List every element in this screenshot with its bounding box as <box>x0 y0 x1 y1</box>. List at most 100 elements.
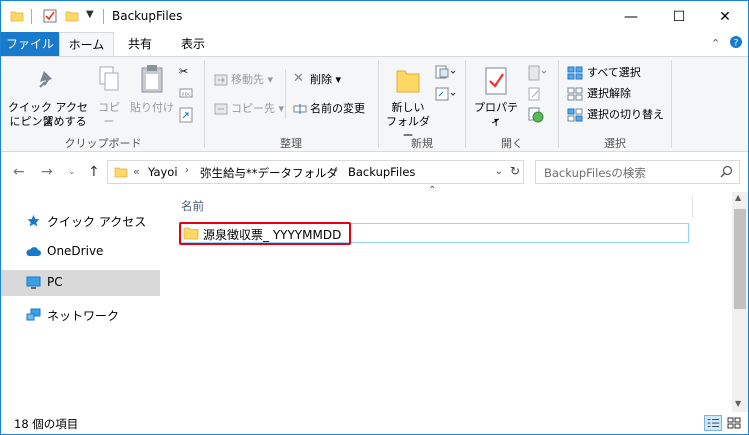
properties-icon <box>485 67 507 95</box>
nav-item-quick-access[interactable]: クイック アクセス <box>1 208 160 234</box>
nav-label: OneDrive <box>47 244 104 258</box>
organize-group-label: 整理 <box>280 137 302 150</box>
move-to-icon <box>214 74 228 86</box>
nav-item-network[interactable]: ネットワーク <box>1 302 160 328</box>
new-item-icon[interactable] <box>435 65 457 79</box>
nav-item-onedrive[interactable]: OneDrive <box>1 239 160 265</box>
invert-selection-label: 選択の切り替え <box>587 108 664 121</box>
select-none-label: 選択解除 <box>587 87 631 100</box>
title-separator <box>103 9 104 24</box>
nav-item-pc[interactable]: PC <box>1 270 160 296</box>
breadcrumb-overflow[interactable]: « <box>133 165 140 178</box>
tab-view[interactable]: 表示 <box>171 32 215 56</box>
folder-icon <box>114 167 128 178</box>
refresh-icon[interactable]: ↻ <box>510 164 520 178</box>
minimize-button[interactable]: — <box>608 1 654 32</box>
tab-home[interactable]: ホーム <box>59 32 114 56</box>
rename-label: 名前の変更 <box>310 102 365 115</box>
tab-file[interactable]: ファイル <box>1 32 59 56</box>
column-header-name[interactable] <box>179 196 693 218</box>
window-title: BackupFiles <box>112 9 183 23</box>
copy-to-label: コピー先 ▾ <box>231 102 285 115</box>
copy-icon <box>99 66 119 91</box>
ribbon-home: クイック アクセス にピン留めする コピー 貼り付け ✂ abc クリップボード <box>1 56 748 152</box>
select-all-icon <box>567 66 583 80</box>
scroll-up-icon[interactable]: ▲ <box>735 193 741 202</box>
address-bar[interactable]: « Yayoi › 弥生給与**データフォルダ › BackupFiles ⌄ … <box>107 160 524 184</box>
up-button[interactable]: ↑ <box>88 164 100 180</box>
forward-button[interactable]: → <box>41 164 53 180</box>
copy-label: コピー <box>98 101 120 128</box>
folder-icon <box>10 11 24 22</box>
edit-icon[interactable] <box>528 87 542 101</box>
item-count: 18 個の項目 <box>14 417 79 431</box>
pin-icon <box>39 71 52 88</box>
breadcrumb-separator[interactable]: › <box>334 165 338 176</box>
title-bar: ▼ BackupFiles — ☐ ✕ <box>1 1 748 32</box>
status-bar: 18 個の項目 <box>1 412 748 434</box>
scrollbar-thumb[interactable] <box>734 209 746 309</box>
navigation-pane: クイック アクセス OneDrive PC ネットワーク <box>1 192 161 412</box>
group-separator <box>671 60 672 148</box>
move-to-label: 移動先 ▾ <box>231 73 274 86</box>
monitor-icon <box>26 276 41 289</box>
cut-icon[interactable]: ✂ <box>179 65 188 79</box>
back-button[interactable]: ← <box>13 164 25 180</box>
network-icon <box>26 308 41 321</box>
open-icon[interactable] <box>528 65 548 81</box>
new-group-label: 新規 <box>411 137 433 150</box>
cloud-icon <box>26 247 41 256</box>
scroll-down-icon[interactable]: ▼ <box>735 399 741 408</box>
rename-icon <box>293 104 307 114</box>
ribbon-tabs: ファイル ホーム 共有 表示 ⌃ ? <box>1 32 748 56</box>
properties-quick-icon[interactable] <box>42 8 58 24</box>
search-box[interactable]: BackupFilesの検索 <box>535 160 740 184</box>
nav-label: クイック アクセス <box>47 215 147 229</box>
tab-share[interactable]: 共有 <box>118 32 162 56</box>
nav-label: PC <box>47 275 63 289</box>
pin-label-line2: にピン留めする <box>9 115 87 128</box>
paste-shortcut-icon[interactable] <box>179 107 193 123</box>
new-folder-quick-icon[interactable] <box>65 9 79 23</box>
large-icons-view-icon[interactable] <box>725 415 743 431</box>
maximize-button[interactable]: ☐ <box>656 1 702 32</box>
breadcrumb-separator[interactable]: › <box>185 165 189 176</box>
svg-text:abc: abc <box>182 92 191 98</box>
breadcrumb-item[interactable]: 弥生給与**データフォルダ <box>200 165 338 181</box>
organize-inner-separator <box>285 69 286 119</box>
breadcrumb-item[interactable]: Yayoi <box>148 165 178 179</box>
properties-dropdown-icon: ▾ <box>493 116 498 125</box>
easy-access-icon[interactable] <box>435 87 457 101</box>
highlight-annotation <box>179 222 351 245</box>
copy-path-icon[interactable]: abc <box>179 87 193 99</box>
search-icon <box>720 165 733 178</box>
details-view-icon[interactable] <box>704 415 722 431</box>
column-header-label: 名前 <box>181 199 204 213</box>
open-group-label: 開く <box>501 137 523 150</box>
help-icon[interactable]: ? <box>729 35 743 52</box>
close-button[interactable]: ✕ <box>702 1 748 32</box>
paste-icon <box>141 65 163 93</box>
paste-label: 貼り付け <box>130 101 174 114</box>
customize-quick-access-icon[interactable]: ▼ <box>86 9 94 20</box>
search-placeholder: BackupFilesの検索 <box>544 166 646 180</box>
nav-label: ネットワーク <box>47 309 120 323</box>
history-icon[interactable] <box>528 107 544 123</box>
svg-text:?: ? <box>734 39 739 49</box>
select-none-icon <box>567 87 583 101</box>
quick-access-separator <box>31 9 32 24</box>
delete-label: 削除 ▾ <box>310 73 342 86</box>
select-all-label: すべて選択 <box>587 66 641 79</box>
copy-to-icon <box>214 103 228 115</box>
collapse-ribbon-icon[interactable]: ⌃ <box>711 37 720 50</box>
star-icon <box>27 215 40 227</box>
breadcrumb-item[interactable]: BackupFiles <box>348 165 415 179</box>
address-dropdown-icon[interactable]: ⌄ <box>495 166 503 177</box>
sort-ascending-icon: ⌃ <box>428 185 437 196</box>
delete-icon: ✕ <box>293 71 304 86</box>
explorer-window: ▼ BackupFiles — ☐ ✕ ファイル ホーム 共有 表示 ⌃ ? ク… <box>0 0 749 435</box>
recent-locations-icon[interactable]: ⌄ <box>68 167 76 177</box>
invert-selection-icon <box>567 108 583 122</box>
clipboard-group-label: クリップボード <box>64 137 142 150</box>
new-folder-label-line1: 新しい <box>391 101 425 114</box>
